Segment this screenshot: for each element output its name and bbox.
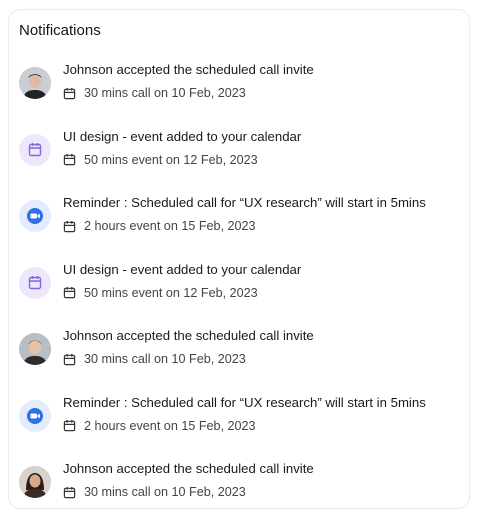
notification-meta-text: 50 mins event on 12 Feb, 2023 bbox=[84, 152, 258, 167]
notification-meta: 50 mins event on 12 Feb, 2023 bbox=[63, 286, 258, 300]
person-avatar bbox=[19, 466, 51, 498]
calendar-icon bbox=[63, 220, 76, 232]
notification-meta: 30 mins call on 10 Feb, 2023 bbox=[63, 485, 246, 499]
notification-message: Johnson accepted the scheduled call invi… bbox=[63, 328, 314, 343]
notification-message: UI design - event added to your calendar bbox=[63, 261, 302, 277]
notification-meta-text: 50 mins event on 12 Feb, 2023 bbox=[84, 285, 258, 300]
calendar-icon bbox=[63, 419, 76, 432]
notification-meta: 30 mins call on 10 Feb, 2023 bbox=[63, 352, 246, 366]
calendar-icon bbox=[19, 266, 51, 299]
notification-meta-text: 2 hours event on 15 Feb, 2023 bbox=[84, 219, 256, 233]
notification-item[interactable]: UI design - event added to your calendar… bbox=[9, 259, 469, 326]
notification-meta-text: 30 mins call on 10 Feb, 2023 bbox=[84, 352, 246, 366]
video-camera-icon bbox=[19, 200, 51, 232]
notification-meta-text: 2 hours event on 15 Feb, 2023 bbox=[84, 418, 256, 433]
notification-message: Reminder : Scheduled call for “UX resear… bbox=[63, 394, 426, 410]
notification-meta-text: 30 mins call on 10 Feb, 2023 bbox=[84, 485, 246, 499]
calendar-icon bbox=[63, 353, 76, 365]
video-camera-icon bbox=[19, 399, 51, 432]
calendar-icon bbox=[63, 153, 76, 166]
notification-list: Johnson accepted the scheduled call invi… bbox=[9, 59, 469, 525]
notification-message: Reminder : Scheduled call for “UX resear… bbox=[63, 195, 426, 210]
panel-title: Notifications bbox=[19, 22, 101, 39]
notification-message: UI design - event added to your calendar bbox=[63, 128, 302, 144]
notification-item[interactable]: Reminder : Scheduled call for “UX resear… bbox=[9, 392, 469, 459]
calendar-icon bbox=[63, 286, 76, 299]
notification-item[interactable]: Johnson accepted the scheduled call invi… bbox=[9, 458, 469, 525]
notification-message: Johnson accepted the scheduled call invi… bbox=[63, 62, 314, 77]
calendar-icon bbox=[63, 87, 76, 99]
notification-meta-text: 30 mins call on 10 Feb, 2023 bbox=[84, 86, 246, 100]
person-avatar bbox=[19, 67, 51, 99]
notification-meta: 2 hours event on 15 Feb, 2023 bbox=[63, 419, 256, 433]
person-avatar bbox=[19, 333, 51, 365]
notification-item[interactable]: UI design - event added to your calendar… bbox=[9, 126, 469, 193]
notification-meta: 50 mins event on 12 Feb, 2023 bbox=[63, 153, 258, 167]
calendar-icon bbox=[19, 133, 51, 166]
notification-item[interactable]: Reminder : Scheduled call for “UX resear… bbox=[9, 192, 469, 259]
notification-meta: 2 hours event on 15 Feb, 2023 bbox=[63, 219, 256, 233]
notifications-panel: Notifications Johnson accepted the sched… bbox=[8, 9, 470, 509]
notification-meta: 30 mins call on 10 Feb, 2023 bbox=[63, 86, 246, 100]
notification-message: Johnson accepted the scheduled call invi… bbox=[63, 461, 314, 476]
notification-item[interactable]: Johnson accepted the scheduled call invi… bbox=[9, 325, 469, 392]
calendar-icon bbox=[63, 486, 76, 498]
notification-item[interactable]: Johnson accepted the scheduled call invi… bbox=[9, 59, 469, 126]
